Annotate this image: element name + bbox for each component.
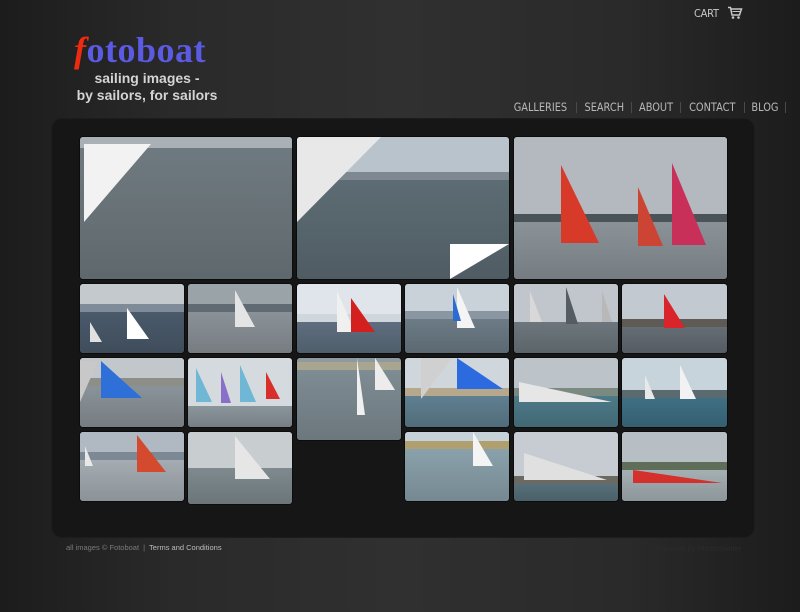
tagline: sailing images - by sailors, for sailors [62,70,232,104]
photo-sail [457,358,503,389]
photo-sail [671,162,706,245]
photo-sail [637,186,663,246]
photo-sail [137,435,167,473]
photo-sail [85,445,94,466]
tagline-line-2: by sailors, for sailors [76,87,218,103]
gallery-photo[interactable] [622,358,727,427]
photo-shoreline [622,390,727,399]
photo-water [622,398,727,427]
cart-link[interactable]: CART [694,6,743,20]
photo-sail [234,289,255,327]
nav-separator [575,101,577,113]
photo-sail [196,368,213,403]
photo-water [405,395,509,427]
photo-shoreline [405,441,509,450]
gallery-photo[interactable] [622,284,727,353]
footer: all images © Fotoboat | Terms and Condit… [66,543,222,552]
photo-water [80,459,184,501]
photo-sail [221,371,232,403]
photo-water [622,326,727,353]
gallery-photo[interactable] [297,358,401,440]
nav-search[interactable]: SEARCH [583,100,624,114]
photo-sail [664,294,685,329]
gallery-photo[interactable] [514,137,727,279]
gallery-photo[interactable] [188,284,292,353]
copyright-text: all images © Fotoboat [66,543,140,552]
main-nav: GALLERIES SEARCH ABOUT CONTACT BLOG [508,100,789,114]
gallery-photo[interactable] [297,284,401,353]
gallery-photo[interactable] [80,284,184,353]
gallery-photo[interactable] [188,432,292,504]
photo-sail [375,358,395,390]
photo-sail [266,371,280,399]
gallery-photo[interactable] [80,432,184,501]
site-logo[interactable]: fotoboat [74,30,206,70]
photo-sail [80,361,98,403]
photo-water [405,449,509,501]
nav-about[interactable]: ABOUT [638,100,674,114]
photo-shoreline [80,451,184,460]
photo-sail [679,364,696,399]
photo-sail [472,432,493,466]
nav-separator [743,101,745,113]
photo-sail [452,294,461,322]
photo-sail [566,287,578,325]
cart-label: CART [694,6,719,20]
photo-sail [90,321,103,342]
footer-separator: | [143,543,146,552]
gallery-photo[interactable] [514,358,618,427]
photo-sail [560,165,599,244]
nav-galleries[interactable]: GALLERIES [513,100,568,114]
photo-sail [351,297,376,332]
photo-sail [100,361,142,399]
logo-rest: otoboat [86,30,206,70]
gallery-photo[interactable] [622,432,727,501]
photo-sail [357,358,366,415]
photo-sail [632,469,722,483]
photo-sail [126,308,149,340]
nav-contact[interactable]: CONTACT [689,100,737,114]
photo-water [514,321,618,353]
powered-by-text[interactable]: Powered by PhotoShelter [656,544,741,553]
photo-water [514,483,618,501]
tagline-line-1: sailing images - [94,70,200,86]
photo-water [188,406,292,427]
logo-first-letter: f [74,30,87,70]
photo-sail [84,144,152,223]
photo-sail [420,358,452,399]
gallery-photo[interactable] [405,284,509,353]
shopping-cart-icon [727,6,743,20]
nav-separator [631,101,633,113]
photo-sail [234,435,270,479]
photo-sail [449,243,509,279]
photo-sail [602,290,613,322]
terms-link[interactable]: Terms and Conditions [149,543,222,552]
photo-sail [297,137,381,222]
nav-blog[interactable]: BLOG [750,100,779,114]
gallery-photo[interactable] [405,432,509,501]
gallery-photo[interactable] [514,432,618,501]
photo-shoreline [622,461,727,470]
gallery-photo[interactable] [80,358,184,427]
gallery-photo[interactable] [405,358,509,427]
photo-sail [645,375,656,400]
nav-separator [784,101,786,113]
photo-sail [240,364,256,402]
gallery-photo[interactable] [80,137,292,279]
gallery-photo[interactable] [514,284,618,353]
nav-separator [680,101,682,113]
photo-sail [529,290,542,322]
gallery-photo[interactable] [188,358,292,427]
photo-sail [519,382,613,403]
photo-sail [524,452,608,480]
gallery-photo[interactable] [297,137,509,279]
